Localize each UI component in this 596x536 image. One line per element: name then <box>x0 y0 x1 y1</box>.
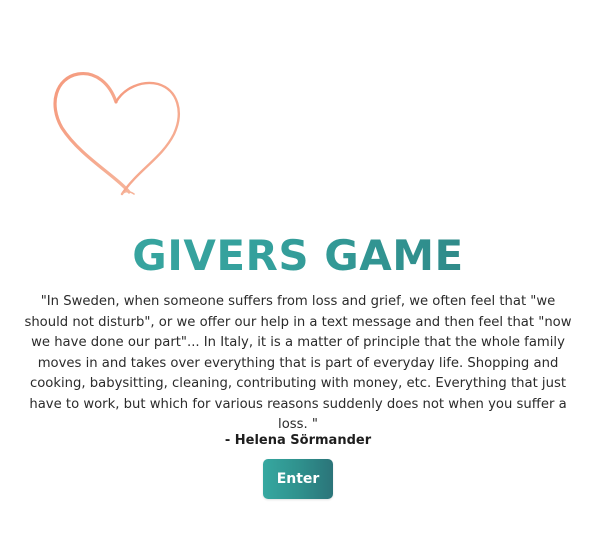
quote-author: - Helena Sörmander <box>224 433 372 448</box>
enter-button[interactable]: Enter <box>263 459 333 499</box>
landing-page: GIVERS GAME "In Sweden, when someone suf… <box>0 0 596 536</box>
quote-text: "In Sweden, when someone suffers from lo… <box>24 294 572 432</box>
page-title: GIVERS GAME <box>0 228 596 284</box>
heart-icon <box>53 72 180 196</box>
